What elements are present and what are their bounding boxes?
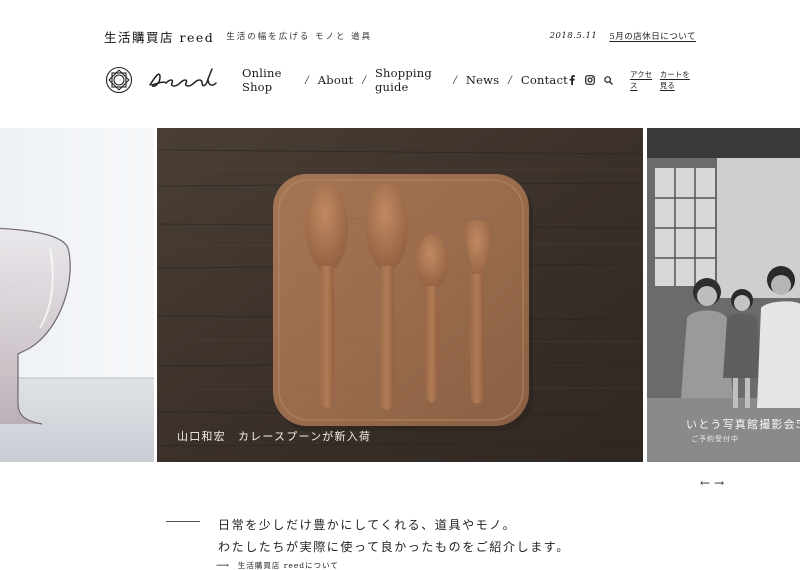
slide-next[interactable]: いとう写真館撮影会5/19( ご予約受付中 bbox=[647, 128, 800, 462]
arrow-right-icon: ⟶ bbox=[216, 560, 230, 570]
nav-separator: / bbox=[453, 74, 457, 86]
logo[interactable] bbox=[104, 65, 218, 95]
top-news: 2018.5.11 5月の店休日について bbox=[550, 30, 696, 42]
intro-divider bbox=[166, 521, 200, 522]
social-and-utility: アクセス カートを見る bbox=[568, 69, 696, 91]
logo-mark-icon bbox=[105, 66, 133, 94]
next-arrow-icon[interactable]: → bbox=[714, 476, 724, 490]
wine-glass-image bbox=[0, 227, 154, 462]
intro-line-2: わたしたちが実際に使って良かったものをご紹介します。 bbox=[218, 540, 570, 554]
access-link[interactable]: アクセス bbox=[630, 69, 654, 91]
about-link[interactable]: ⟶ 生活購買店 reedについて bbox=[216, 560, 339, 570]
instagram-icon[interactable] bbox=[585, 75, 595, 85]
intro-line-1: 日常を少しだけ豊かにしてくれる、道具やモノ。 bbox=[218, 518, 517, 532]
slide-current[interactable]: 山口和宏 カレースプーンが新入荷 bbox=[157, 128, 643, 462]
family-photo-image bbox=[647, 128, 800, 462]
slide-previous[interactable] bbox=[0, 128, 154, 462]
logo-wordmark bbox=[149, 68, 217, 88]
intro-text: 日常を少しだけ豊かにしてくれる、道具やモノ。 わたしたちが実際に使って良かったも… bbox=[218, 514, 570, 558]
prev-arrow-icon[interactable]: ← bbox=[700, 476, 710, 490]
hero-slider: 山口和宏 カレースプーンが新入荷 いとう写真館撮影会 ご予約受付中 bbox=[0, 128, 800, 462]
nav-contact[interactable]: Contact bbox=[521, 73, 568, 87]
news-date: 2018.5.11 bbox=[549, 31, 598, 41]
spoons-image bbox=[157, 128, 643, 462]
nav-news[interactable]: News bbox=[466, 73, 499, 87]
nav-about[interactable]: About bbox=[318, 73, 354, 87]
facebook-icon[interactable] bbox=[568, 75, 576, 85]
nav-separator: / bbox=[362, 74, 366, 86]
header: Online Shop / About / Shopping guide / N… bbox=[104, 62, 696, 98]
nav-separator: / bbox=[305, 74, 309, 86]
intro: 日常を少しだけ豊かにしてくれる、道具やモノ。 わたしたちが実際に使って良かったも… bbox=[166, 514, 570, 558]
nav-online-shop[interactable]: Online Shop bbox=[242, 66, 296, 94]
slide-subcaption: ご予約受付中 bbox=[691, 435, 739, 443]
shop-name: 生活購買店 reed bbox=[104, 29, 215, 45]
tagline: 生活の幅を広げる モノと 道具 bbox=[226, 32, 373, 42]
search-icon[interactable] bbox=[604, 75, 613, 85]
slider-arrows: ← → bbox=[700, 476, 728, 490]
nav-separator: / bbox=[508, 74, 512, 86]
slide-caption: 山口和宏 カレースプーンが新入荷 bbox=[177, 430, 372, 443]
nav-shopping-guide[interactable]: Shopping guide bbox=[375, 66, 444, 94]
top-bar: 生活購買店 reed 生活の幅を広げる モノと 道具 2018.5.11 5月の… bbox=[104, 28, 696, 45]
main-nav: Online Shop / About / Shopping guide / N… bbox=[242, 66, 568, 94]
cart-link[interactable]: カートを見る bbox=[660, 69, 696, 91]
slide-caption: いとう写真館撮影会5/19( bbox=[686, 418, 800, 431]
about-link-label: 生活購買店 reedについて bbox=[237, 561, 339, 570]
news-link[interactable]: 5月の店休日について bbox=[609, 30, 696, 42]
